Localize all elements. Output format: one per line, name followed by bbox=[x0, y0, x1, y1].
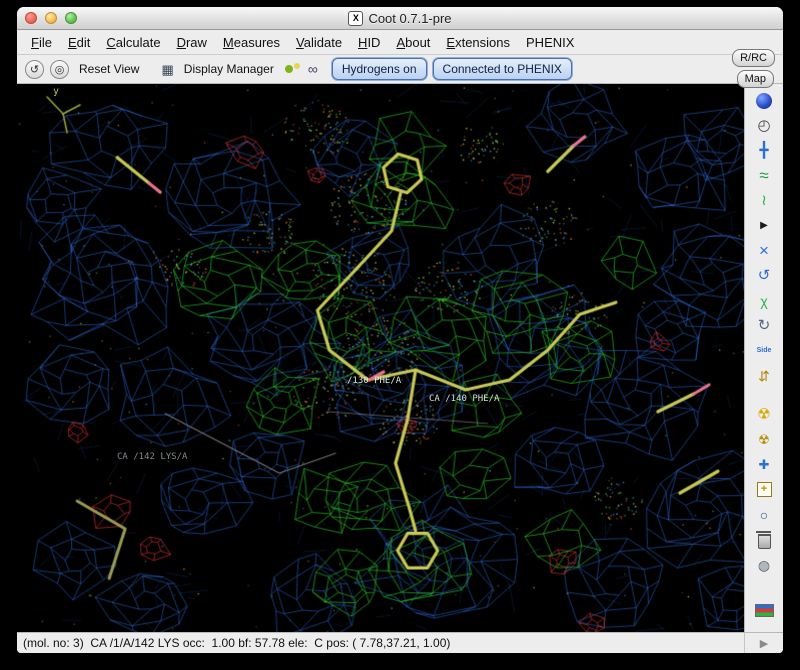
app-window: X Coot 0.7.1-pre FileEditCalculateDrawMe… bbox=[16, 6, 784, 654]
reset-view-icon[interactable]: ↺ bbox=[25, 60, 44, 79]
rotate-translate-icon[interactable]: ╋ bbox=[750, 139, 778, 162]
menu-item-about[interactable]: About bbox=[388, 33, 438, 52]
clock-icon[interactable]: ◴ bbox=[750, 114, 778, 137]
real-space-refine-icon[interactable]: ≈ bbox=[750, 164, 778, 187]
menu-item-phenix[interactable]: PHENIX bbox=[518, 33, 582, 52]
place-atom-icon[interactable]: + bbox=[750, 478, 778, 501]
menu-item-draw[interactable]: Draw bbox=[169, 33, 215, 52]
statusbar: (mol. no: 3) CA /1/A/142 LYS occ: 1.00 b… bbox=[17, 632, 783, 653]
side-chain-flip-icon[interactable]: Side bbox=[750, 339, 778, 362]
menu-item-file[interactable]: File bbox=[23, 33, 60, 52]
window-title-text: Coot 0.7.1-pre bbox=[368, 11, 451, 26]
stereo-icon[interactable]: ∞ bbox=[308, 62, 318, 76]
reset-view-button[interactable]: Reset View bbox=[75, 60, 143, 78]
phenix-connection-button[interactable]: Connected to PHENIX bbox=[433, 58, 572, 80]
map-button[interactable]: Map bbox=[737, 70, 774, 88]
molecule-icon[interactable] bbox=[284, 61, 302, 77]
menu-item-extensions[interactable]: Extensions bbox=[438, 33, 518, 52]
status-text: (mol. no: 3) CA /1/A/142 LYS occ: 1.00 b… bbox=[17, 636, 744, 650]
menu-item-edit[interactable]: Edit bbox=[60, 33, 98, 52]
titlebar[interactable]: X Coot 0.7.1-pre bbox=[17, 7, 783, 30]
recenter-icon[interactable]: ◎ bbox=[50, 60, 69, 79]
canvas-area[interactable]: y /130 PHE/ACA /140 PHE/ACA /142 LYS/A bbox=[17, 84, 744, 632]
add-alt-conf-icon[interactable]: ✚ bbox=[750, 453, 778, 476]
hydrogens-toggle-button[interactable]: Hydrogens on bbox=[332, 58, 427, 80]
regularize-icon[interactable]: ≀ bbox=[750, 189, 778, 212]
delete-item-icon[interactable] bbox=[750, 528, 778, 551]
mutate-autofit-icon[interactable]: ☢ bbox=[750, 403, 778, 426]
main-area: y /130 PHE/ACA /140 PHE/ACA /142 LYS/A ◴… bbox=[17, 84, 783, 632]
display-manager-button[interactable]: Display Manager bbox=[180, 60, 278, 78]
menu-item-calculate[interactable]: Calculate bbox=[98, 33, 168, 52]
fixed-atoms-icon[interactable]: ▶ bbox=[750, 214, 778, 237]
edit-chi-angles-icon[interactable]: χ bbox=[750, 289, 778, 312]
gl-canvas[interactable] bbox=[17, 84, 744, 632]
rigid-body-fit-icon[interactable]: × bbox=[750, 239, 778, 262]
menu-item-hid[interactable]: HID bbox=[350, 33, 388, 52]
simple-mutate-icon[interactable]: ☢ bbox=[750, 428, 778, 451]
menubar: FileEditCalculateDrawMeasuresValidateHID… bbox=[17, 30, 783, 55]
flip-peptide-icon[interactable]: ⇵ bbox=[750, 364, 778, 387]
rrc-button[interactable]: R/RC bbox=[732, 49, 775, 67]
display-manager-icon[interactable]: ▦ bbox=[161, 63, 173, 76]
toolbar: ↺ ◎ Reset View ▦ Display Manager ∞ Hydro… bbox=[17, 55, 783, 84]
add-terminal-residue-icon[interactable]: ○ bbox=[750, 503, 778, 526]
navigation-ball-icon[interactable] bbox=[750, 89, 778, 112]
menu-item-measures[interactable]: Measures bbox=[215, 33, 288, 52]
display-flag-icon[interactable] bbox=[750, 599, 778, 622]
play-icon: ▶ bbox=[760, 637, 768, 650]
undo-icon[interactable]: ◍ bbox=[750, 553, 778, 576]
menu-item-validate[interactable]: Validate bbox=[288, 33, 350, 52]
torsion-general-icon[interactable]: ↻ bbox=[750, 314, 778, 337]
statusbar-corner: ▶ bbox=[744, 633, 783, 653]
x11-icon: X bbox=[348, 11, 363, 26]
sidebar: ◴╋≈≀▶×↺χ↻Side⇵☢☢✚+○◍ bbox=[744, 84, 783, 632]
auto-fit-rotamer-icon[interactable]: ↺ bbox=[750, 264, 778, 287]
window-title: X Coot 0.7.1-pre bbox=[17, 7, 783, 29]
